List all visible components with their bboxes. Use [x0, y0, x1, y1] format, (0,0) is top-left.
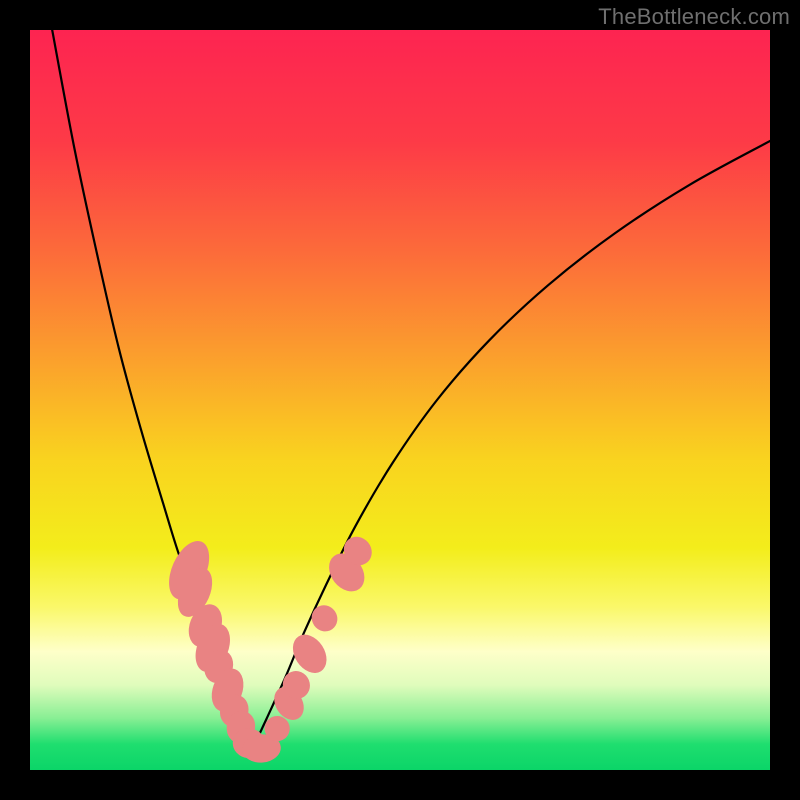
attribution-label: TheBottleneck.com — [598, 4, 790, 30]
gradient-background — [30, 30, 770, 770]
plot-svg — [30, 30, 770, 770]
plot-area — [30, 30, 770, 770]
outer-frame: TheBottleneck.com — [0, 0, 800, 800]
